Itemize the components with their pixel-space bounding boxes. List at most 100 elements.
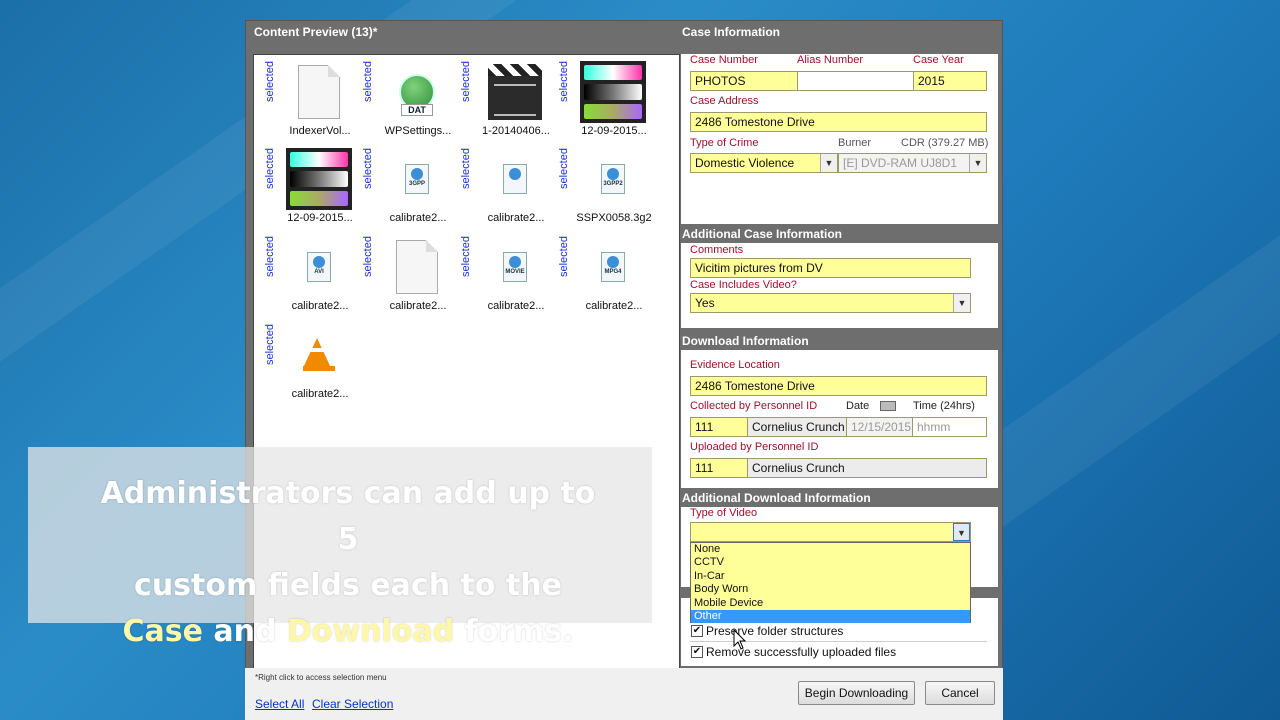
additional-download-header: Additional Download Information [681,491,998,507]
selected-marker: selected [264,324,276,365]
select-all-link[interactable]: Select All [255,697,304,711]
comments-field[interactable]: Vicitim pictures from DV [690,258,971,278]
file-name: 12-09-2015... [287,212,353,224]
file-name: calibrate2... [487,212,545,224]
chevron-down-icon[interactable]: ▼ [953,523,970,541]
caption-word: forms. [454,614,574,649]
dropdown-option[interactable]: In-Car [691,570,970,583]
case-address-label: Case Address [690,95,759,107]
date-label: Date [846,400,870,412]
document-icon [298,65,340,119]
vlc-cone-icon [303,338,335,372]
file-name: calibrate2... [291,388,349,400]
selected-marker: selected [460,236,472,277]
file-tile[interactable]: selected 12-09-2015... [256,144,354,232]
uploaded-by-id-field[interactable]: 111 [690,458,748,478]
chevron-down-icon[interactable]: ▼ [820,154,837,172]
color-bars-thumbnail [286,148,352,210]
selected-marker: selected [558,61,570,102]
uploaded-by-label: Uploaded by Personnel ID [690,441,819,453]
case-year-label: Case Year [913,54,964,66]
case-number-label: Case Number [690,54,758,66]
preserve-folder-label: Preserve folder structures [706,624,844,638]
evidence-location-label: Evidence Location [690,359,780,371]
burner-capacity: CDR (379.27 MB) [901,137,989,149]
file-tile[interactable]: selected MPG4 calibrate2... [550,232,648,320]
selected-marker: selected [362,61,374,102]
file-name: 1-20140406... [482,125,550,137]
cancel-button[interactable]: Cancel [925,681,995,705]
uploaded-by-name: Cornelius Crunch [747,458,987,478]
file-tile[interactable]: selected MOVIE calibrate2... [452,232,550,320]
caption-line: custom fields each to the [134,568,562,603]
file-name: IndexerVol... [289,125,351,137]
file-tile[interactable]: selected 12-09-2015... [550,57,648,145]
file-tile[interactable]: selected calibrate2... [452,144,550,232]
dropdown-option[interactable]: Mobile Device [691,597,970,610]
3gpp-file-icon: 3GPP [405,164,429,194]
dropdown-option-highlighted[interactable]: Other [691,609,970,624]
clear-selection-link[interactable]: Clear Selection [312,697,393,711]
case-includes-video-select[interactable]: Yes ▼ [690,293,971,313]
collected-by-id-field[interactable]: 111 [690,417,748,437]
evidence-location-field[interactable]: 2486 Tomestone Drive [690,376,987,396]
selected-marker: selected [264,148,276,189]
dropdown-option[interactable]: CCTV [691,556,970,569]
selection-hint: *Right click to access selection menu [255,673,387,682]
selected-marker: selected [264,236,276,277]
dat-file-icon: DAT [399,74,435,116]
file-tile[interactable]: selected DAT WPSettings... [354,57,452,145]
file-name: calibrate2... [291,300,349,312]
selected-marker: selected [460,61,472,102]
dropdown-option[interactable]: Body Worn [691,583,970,596]
type-of-video-label: Type of Video [690,507,758,519]
file-name: SSPX0058.3g2 [576,212,652,224]
selected-marker: selected [558,148,570,189]
file-tile[interactable]: selected 3GPP calibrate2... [354,144,452,232]
additional-case-header: Additional Case Information [681,227,998,243]
chevron-down-icon[interactable]: ▼ [953,294,970,312]
case-includes-video-label: Case Includes Video? [690,279,797,291]
burner-select[interactable]: [E] DVD-RAM UJ8D1 ▼ [838,153,987,173]
file-name: calibrate2... [389,300,447,312]
avi-file-icon: AVI [307,252,331,282]
type-of-video-select[interactable]: ▼ [690,522,971,542]
selected-marker: selected [558,236,570,277]
case-year-field[interactable]: 2015 [913,71,987,91]
color-bars-thumbnail [580,61,646,123]
file-name: 12-09-2015... [581,125,647,137]
file-tile[interactable]: selected calibrate2... [256,320,354,408]
file-tile[interactable]: selected 3GPP2 SSPX0058.3g2 [550,144,652,232]
case-number-field[interactable]: PHOTOS [690,71,798,91]
dropdown-option[interactable]: None [691,543,970,556]
type-of-video-dropdown-list[interactable]: None CCTV In-Car Body Worn Mobile Device… [690,542,971,624]
time-field[interactable]: hhmm [912,417,987,437]
caption-text: Administrators can add up to 5 custom fi… [98,471,598,655]
mpeg4-file-icon: MPG4 [601,252,625,282]
type-of-crime-select[interactable]: Domestic Violence ▼ [690,153,838,173]
remove-uploaded-checkbox[interactable]: ✔ [691,646,703,658]
dialog-footer: *Right click to access selection menu Se… [245,668,1003,720]
mouse-cursor-icon [733,629,747,650]
caption-highlight: Download [286,614,455,649]
file-tile[interactable]: selected IndexerVol... [256,57,354,145]
alias-number-field[interactable] [797,71,914,91]
download-info-header: Download Information [681,334,998,350]
caption-line: Administrators can add up to 5 [100,476,596,557]
file-tile[interactable]: selected 1-20140406... [452,57,550,145]
chevron-down-icon[interactable]: ▼ [969,154,986,172]
time-label: Time (24hrs) [913,400,975,412]
comments-label: Comments [690,244,744,256]
document-icon [396,240,438,294]
selected-marker: selected [264,61,276,102]
preserve-folder-checkbox[interactable]: ✔ [691,625,703,637]
case-address-field[interactable]: 2486 Tomestone Drive [690,112,987,132]
case-info-title: Case Information [682,25,781,39]
file-tile[interactable]: selected AVI calibrate2... [256,232,354,320]
calendar-icon[interactable] [880,401,896,411]
alias-number-label: Alias Number [797,54,864,66]
date-field[interactable]: 12/15/2015 [846,417,913,437]
begin-downloading-button[interactable]: Begin Downloading [798,681,915,705]
caption-word: and [202,614,287,649]
file-tile[interactable]: selected calibrate2... [354,232,452,320]
